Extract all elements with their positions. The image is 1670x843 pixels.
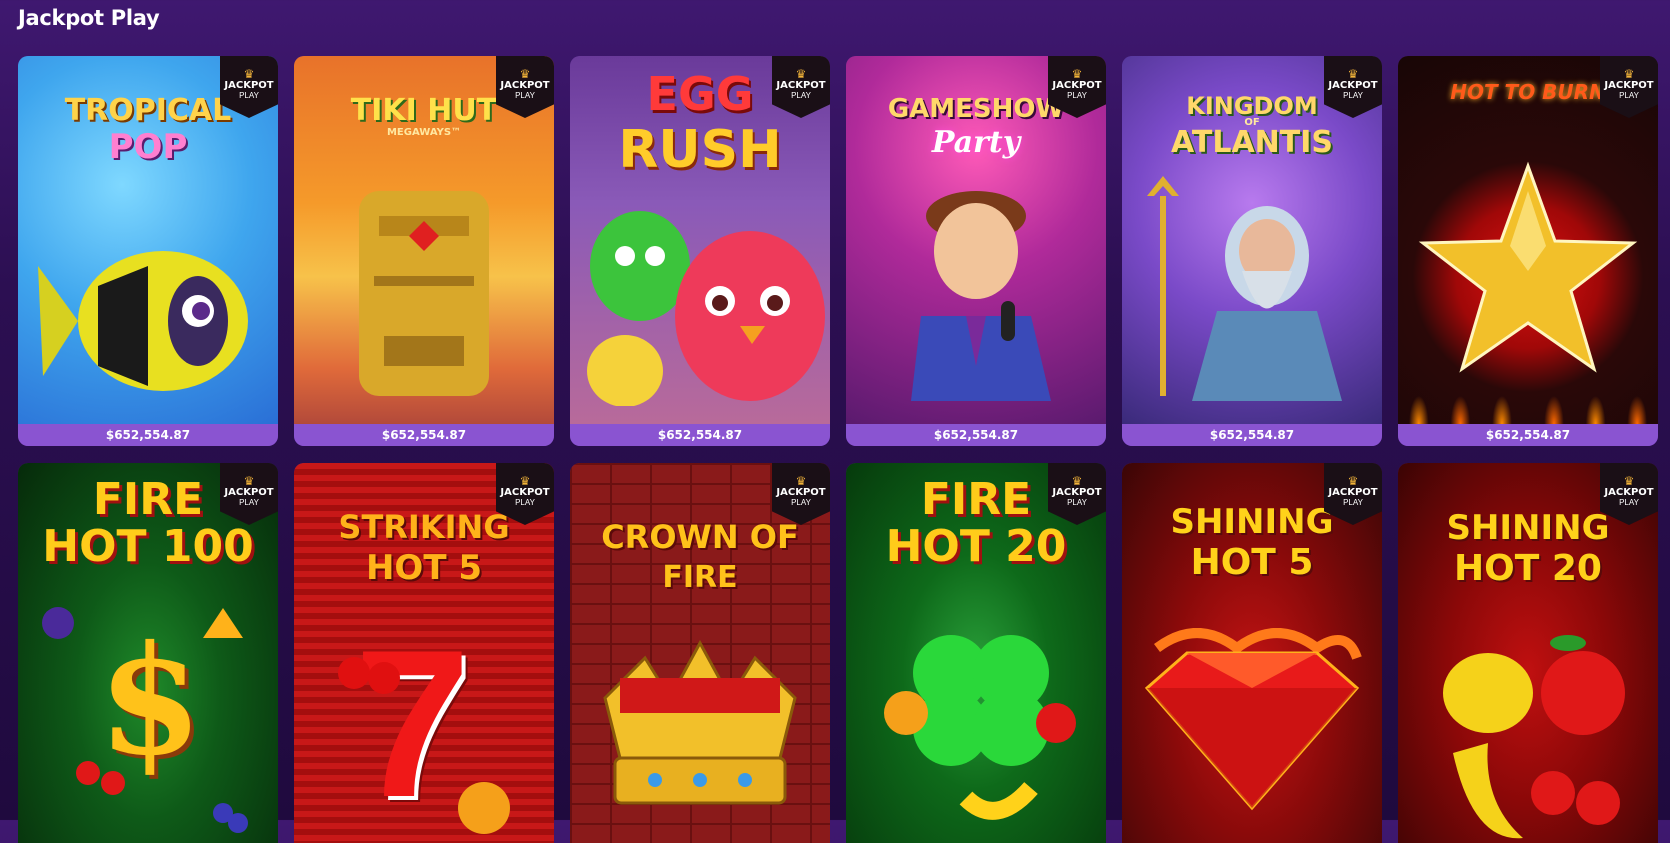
jackpot-amount: $652,554.87 xyxy=(1122,424,1382,446)
game-card-shining-hot-5[interactable]: SHINING HOT 5 ♛ JACKPOT PLAY xyxy=(1122,463,1382,843)
diamond-icon xyxy=(1144,628,1362,811)
tiki-icon xyxy=(359,191,489,396)
game-title-sub: MEGAWAYS™ xyxy=(386,127,462,138)
jackpot-amount: $652,554.87 xyxy=(570,424,830,446)
clover-icon xyxy=(884,635,1076,820)
poseidon-icon xyxy=(1147,176,1342,401)
game-card-tropical-pop[interactable]: TROPICAL POP ♛ JACKPOT PLAY $652,554.87 xyxy=(18,56,278,446)
game-title-line2: HOT 5 xyxy=(365,548,483,588)
jackpot-amount: $652,554.87 xyxy=(18,424,278,446)
jackpot-amount: $652,554.87 xyxy=(1398,424,1658,446)
game-title-line2: FIRE xyxy=(662,560,738,595)
game-title-line2: RUSH xyxy=(618,120,782,180)
game-card-fire-hot-20[interactable]: FIRE HOT 20 ♛ JACKPOT PLAY xyxy=(846,463,1106,843)
game-title-line2: Party xyxy=(931,125,1021,160)
game-card-shining-hot-20[interactable]: SHINING HOT 20 ♛ JACKPOT PLAY xyxy=(1398,463,1658,843)
fish-icon xyxy=(38,251,248,391)
game-title-line2: POP xyxy=(108,127,188,167)
game-title-line2: HOT 20 xyxy=(1454,548,1602,589)
game-title-line2: ATLANTIS xyxy=(1170,125,1334,160)
game-title-line2: HOT 100 xyxy=(42,521,254,572)
game-card-kingdom-of-atlantis[interactable]: KINGDOM OF ATLANTIS ♛ JACKPOT PLAY $652,55… xyxy=(1122,56,1382,446)
fruits-icon xyxy=(1443,635,1625,839)
game-grid: TROPICAL POP ♛ JACKPOT PLAY $652,554.87 TI… xyxy=(18,56,1658,843)
jackpot-amount: $652,554.87 xyxy=(294,424,554,446)
game-title-line2: HOT 5 xyxy=(1190,542,1314,583)
star-icon xyxy=(1418,161,1638,373)
birds-icon xyxy=(587,211,825,406)
fruits-icon xyxy=(42,607,248,833)
game-title-line2: HOT 20 xyxy=(885,521,1067,572)
section-title: Jackpot Play xyxy=(18,6,160,30)
fruits-icon xyxy=(338,657,510,834)
game-card-egg-rush[interactable]: EGG RUSH ♛ JACKPOT PLAY $652,554.87 xyxy=(570,56,830,446)
game-card-gameshow-party[interactable]: GAMESHOW Party ♛ JACKPOT PLAY $652,554.87 xyxy=(846,56,1106,446)
jackpot-amount: $652,554.87 xyxy=(846,424,1106,446)
host-icon xyxy=(911,191,1051,401)
game-card-tiki-hut[interactable]: TIKI HUT MEGAWAYS™ ♛ JACKPOT PLAY $652,554… xyxy=(294,56,554,446)
game-card-striking-hot-5[interactable]: STRIKING HOT 5 7 ♛ JACKPOT PLAY xyxy=(294,463,554,843)
crown-icon xyxy=(603,639,797,805)
game-title-line1: CROWN OF xyxy=(601,518,799,556)
game-card-crown-of-fire[interactable]: CROWN OF FIRE ♛ JACKPOT PLAY xyxy=(570,463,830,843)
game-card-fire-hot-100[interactable]: FIRE HOT 100 $ ♛ JACKPOT PLAY xyxy=(18,463,278,843)
game-card-hot-to-burn[interactable]: HOT TO BURN ♛ JACKPOT PLAY $652,554.87 xyxy=(1398,56,1658,446)
